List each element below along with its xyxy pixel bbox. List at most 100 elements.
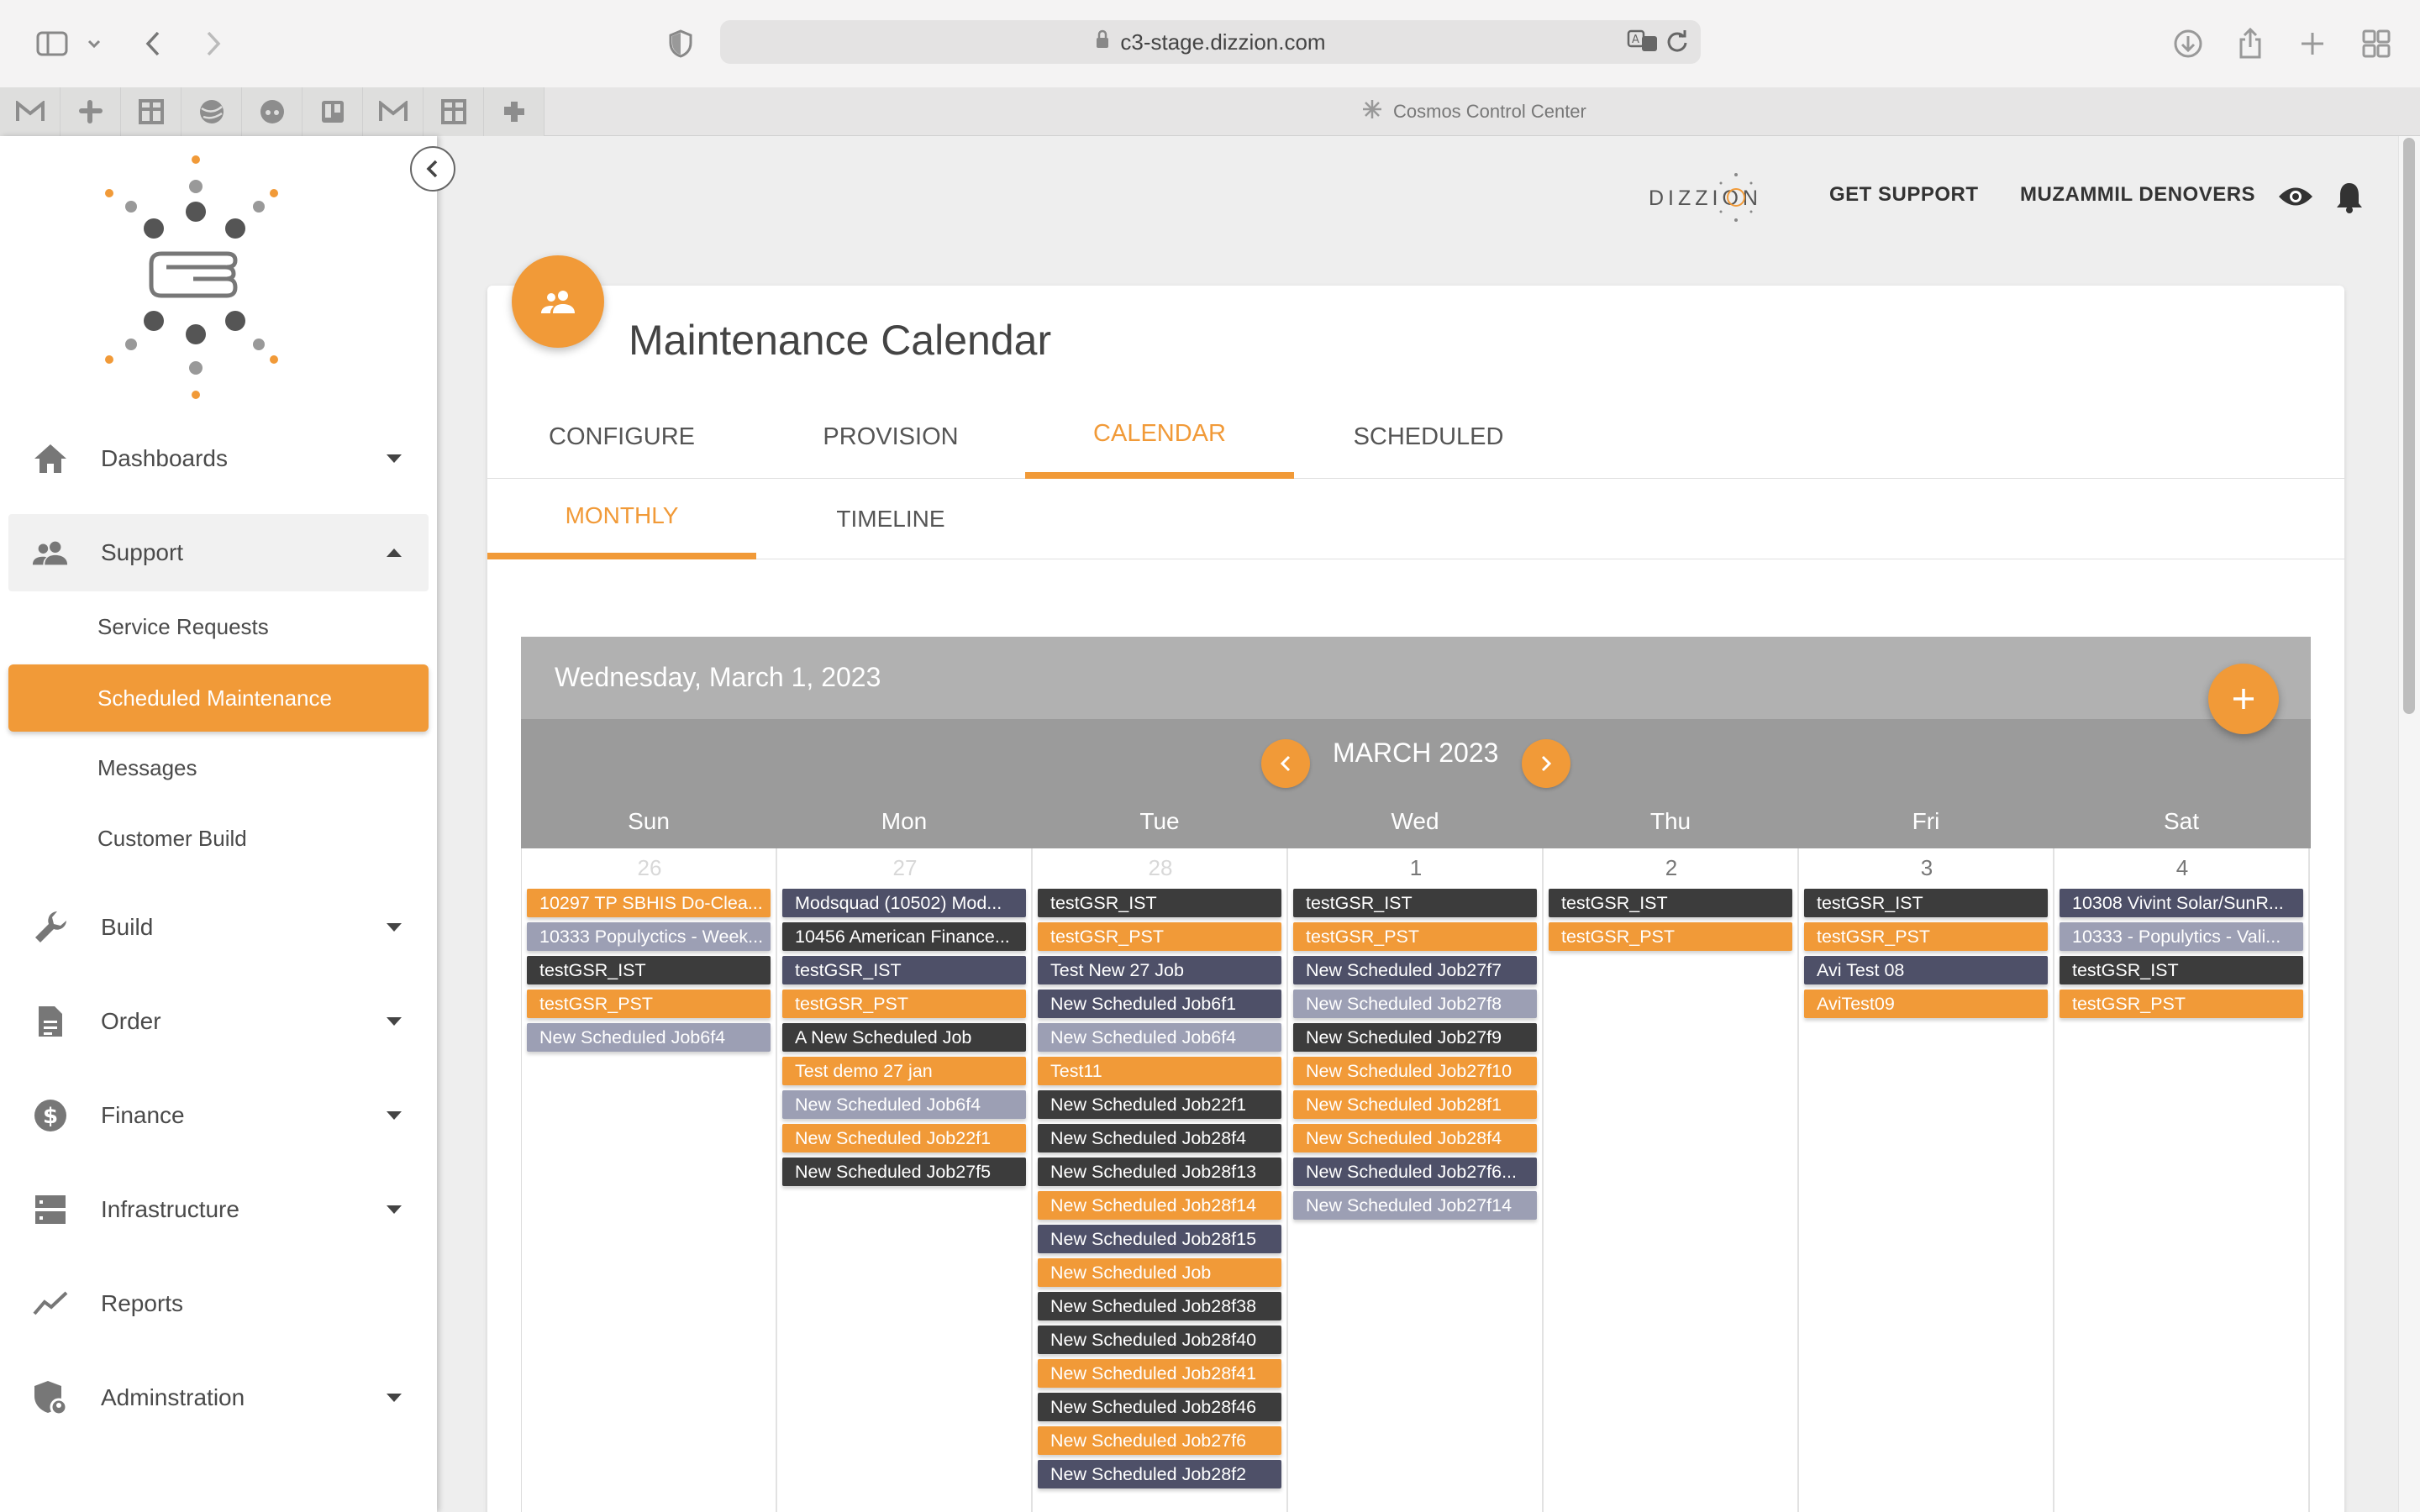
calendar-event[interactable]: New Scheduled Job27f6... [1293,1158,1537,1186]
calendar-event[interactable]: New Scheduled Job28f4 [1038,1124,1281,1152]
day-cell[interactable]: 2 testGSR_IST testGSR_PST [1544,848,1799,1512]
download-icon[interactable] [2171,25,2205,62]
tab-calendar[interactable]: CALENDAR [1025,395,1294,479]
calendar-event[interactable]: testGSR_IST [527,956,771,984]
day-cell[interactable]: 28 testGSR_IST testGSR_PST Test New 27 Job N… [1033,848,1288,1512]
sidebar-item-dashboards[interactable]: Dashboards [8,420,429,497]
calendar-event[interactable]: New Scheduled Job27f6 [1038,1426,1281,1455]
chevron-down-icon[interactable] [84,25,104,62]
tab-provision[interactable]: PROVISION [756,395,1025,479]
calendar-event[interactable]: AviTest09 [1804,990,2048,1018]
calendar-event[interactable]: New Scheduled Job28f38 [1038,1292,1281,1320]
forward-icon[interactable] [198,25,229,62]
reload-icon[interactable] [1665,29,1689,60]
calendar-event[interactable]: Test demo 27 jan [782,1057,1026,1085]
calendar-event[interactable]: New Scheduled Job28f1 [1293,1090,1537,1119]
calendar-event[interactable]: testGSR_IST [1804,889,2048,917]
get-support-link[interactable]: GET SUPPORT [1829,183,1979,207]
calendar-event[interactable]: testGSR_IST [1293,889,1537,917]
globe-tab-icon[interactable] [182,87,242,136]
calendar-event[interactable]: Modsquad (10502) Mod... [782,889,1026,917]
tab-overview-icon[interactable] [2360,25,2393,62]
sidebar-subitem-service-requests[interactable]: Service Requests [8,593,429,660]
calendar-event[interactable]: New Scheduled Job28f14 [1038,1191,1281,1220]
calendar-event[interactable]: New Scheduled Job28f2 [1038,1460,1281,1488]
calendar-event[interactable]: New Scheduled Job27f9 [1293,1023,1537,1052]
sidebar-item-adminstration[interactable]: Adminstration [8,1359,429,1436]
calendar-event[interactable]: 10333 Populyctics - Week... [527,922,771,951]
calendar-event[interactable]: New Scheduled Job6f4 [782,1090,1026,1119]
calendar-event[interactable]: 10308 Vivint Solar/SunR... [2060,889,2303,917]
subtab-monthly[interactable]: MONTHLY [487,479,756,559]
calendar-event[interactable]: A New Scheduled Job [782,1023,1026,1052]
calendar-event[interactable]: testGSR_IST [2060,956,2303,984]
calendar-event[interactable]: Avi Test 08 [1804,956,2048,984]
calendar-event[interactable]: New Scheduled Job28f15 [1038,1225,1281,1253]
page-scrollbar-thumb[interactable] [2403,138,2415,714]
calendar-event[interactable]: New Scheduled Job27f7 [1293,956,1537,984]
calendar-event[interactable]: New Scheduled Job27f10 [1293,1057,1537,1085]
calendar-event[interactable]: testGSR_IST [1549,889,1792,917]
calendar-event[interactable]: testGSR_PST [782,990,1026,1018]
calendar-event[interactable]: New Scheduled Job22f1 [1038,1090,1281,1119]
calendar-event[interactable]: New Scheduled Job28f13 [1038,1158,1281,1186]
shield-privacy-icon[interactable] [664,25,697,62]
calendar-event[interactable]: 10333 - Populytics - Vali... [2060,922,2303,951]
next-month-button[interactable] [1522,739,1570,788]
sidebar-item-build[interactable]: Build [8,889,429,966]
calendar-event[interactable]: testGSR_PST [1038,922,1281,951]
translate-icon[interactable]: A [1627,29,1659,60]
prev-month-button[interactable] [1261,739,1310,788]
calendar-event[interactable]: New Scheduled Job27f5 [782,1158,1026,1186]
puzzle-tab-icon[interactable] [484,87,544,136]
calendar-event[interactable]: New Scheduled Job28f46 [1038,1393,1281,1421]
back-icon[interactable] [138,25,168,62]
sidebar-item-reports[interactable]: Reports [8,1265,429,1342]
calendar-event[interactable]: testGSR_PST [1549,922,1792,951]
subtab-timeline[interactable]: TIMELINE [756,479,1025,559]
calendar-event[interactable]: 10297 TP SBHIS Do-Clea... [527,889,771,917]
grid-tab-icon[interactable] [121,87,182,136]
grid-tab-icon-2[interactable] [424,87,484,136]
sidebar-item-finance[interactable]: $ Finance [8,1077,429,1154]
calendar-event[interactable]: testGSR_PST [1804,922,2048,951]
day-cell[interactable]: 27 Modsquad (10502) Mod... 10456 American … [777,848,1033,1512]
day-cell[interactable]: 4 10308 Vivint Solar/SunR... 10333 - Popul… [2054,848,2310,1512]
share-icon[interactable] [2235,25,2265,62]
calendar-event[interactable]: New Scheduled Job [1038,1258,1281,1287]
calendar-event[interactable]: New Scheduled Job6f4 [1038,1023,1281,1052]
discord-tab-icon[interactable] [242,87,302,136]
calendar-event[interactable]: New Scheduled Job28f40 [1038,1326,1281,1354]
sidebar-subitem-customer-build[interactable]: Customer Build [8,805,429,872]
sidebar-toggle-icon[interactable] [34,25,71,62]
user-menu[interactable]: MUZAMMIL DENOVERS [2020,183,2255,207]
calendar-event[interactable]: New Scheduled Job27f14 [1293,1191,1537,1220]
bell-icon[interactable] [2331,180,2368,213]
calendar-event[interactable]: New Scheduled Job22f1 [782,1124,1026,1152]
calendar-event[interactable]: Test New 27 Job [1038,956,1281,984]
calendar-event[interactable]: testGSR_PST [527,990,771,1018]
calendar-event[interactable]: New Scheduled Job6f1 [1038,990,1281,1018]
collapse-sidebar-button[interactable] [410,146,455,192]
day-cell[interactable]: 3 testGSR_IST testGSR_PST Avi Test 08 AviTes… [1799,848,2054,1512]
sidebar-subitem-scheduled-maintenance[interactable]: Scheduled Maintenance [8,664,429,732]
day-cell[interactable]: 26 10297 TP SBHIS Do-Clea... 10333 Populyc… [522,848,777,1512]
active-tab-title[interactable]: Cosmos Control Center [1361,87,1586,136]
calendar-event[interactable]: Test11 [1038,1057,1281,1085]
sidebar-item-order[interactable]: Order [8,983,429,1060]
add-event-button[interactable] [2208,664,2279,734]
calendar-event[interactable]: New Scheduled Job28f41 [1038,1359,1281,1388]
slack-tab-icon[interactable] [60,87,121,136]
new-tab-icon[interactable] [2297,25,2328,62]
calendar-event[interactable]: New Scheduled Job6f4 [527,1023,771,1052]
tab-configure[interactable]: CONFIGURE [487,395,756,479]
calendar-event[interactable]: testGSR_IST [782,956,1026,984]
day-cell[interactable]: 1 testGSR_IST testGSR_PST New Scheduled Job… [1288,848,1544,1512]
gmail-tab-icon[interactable] [0,87,60,136]
trello-tab-icon[interactable] [302,87,363,136]
gmail-tab-icon-2[interactable] [363,87,424,136]
sidebar-item-infrastructure[interactable]: Infrastructure [8,1171,429,1248]
calendar-event[interactable]: New Scheduled Job28f4 [1293,1124,1537,1152]
calendar-event[interactable]: 10456 American Finance... [782,922,1026,951]
calendar-event[interactable]: testGSR_IST [1038,889,1281,917]
